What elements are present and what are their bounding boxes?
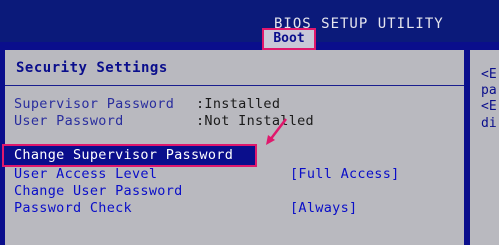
user-access-level-option[interactable]: User Access Level: [14, 166, 157, 182]
change-user-password-option[interactable]: Change User Password: [14, 183, 183, 199]
change-supervisor-password-label: Change Supervisor Password: [14, 147, 234, 163]
password-check-value[interactable]: [Always]: [290, 200, 357, 216]
help-panel: <E pa <E di: [470, 50, 499, 245]
user-access-level-value[interactable]: [Full Access]: [290, 166, 400, 182]
help-line: di: [481, 116, 497, 131]
section-title: Security Settings: [16, 60, 168, 76]
user-password-status: :Not Installed: [196, 113, 314, 129]
help-line: pa: [481, 83, 497, 98]
section-divider: [5, 85, 464, 86]
supervisor-password-status: :Installed: [196, 96, 281, 112]
help-line: <E: [481, 67, 497, 82]
bios-header-bar: BIOS SETUP UTILITY: [0, 0, 499, 42]
supervisor-password-label: Supervisor Password: [14, 96, 175, 112]
password-check-option[interactable]: Password Check: [14, 200, 132, 216]
user-password-label: User Password: [14, 113, 124, 129]
help-line: <E: [481, 99, 497, 114]
change-supervisor-password-option[interactable]: Change Supervisor Password: [2, 144, 257, 167]
annotation-arrow-icon: [266, 118, 287, 145]
tab-boot[interactable]: Boot: [262, 28, 316, 50]
